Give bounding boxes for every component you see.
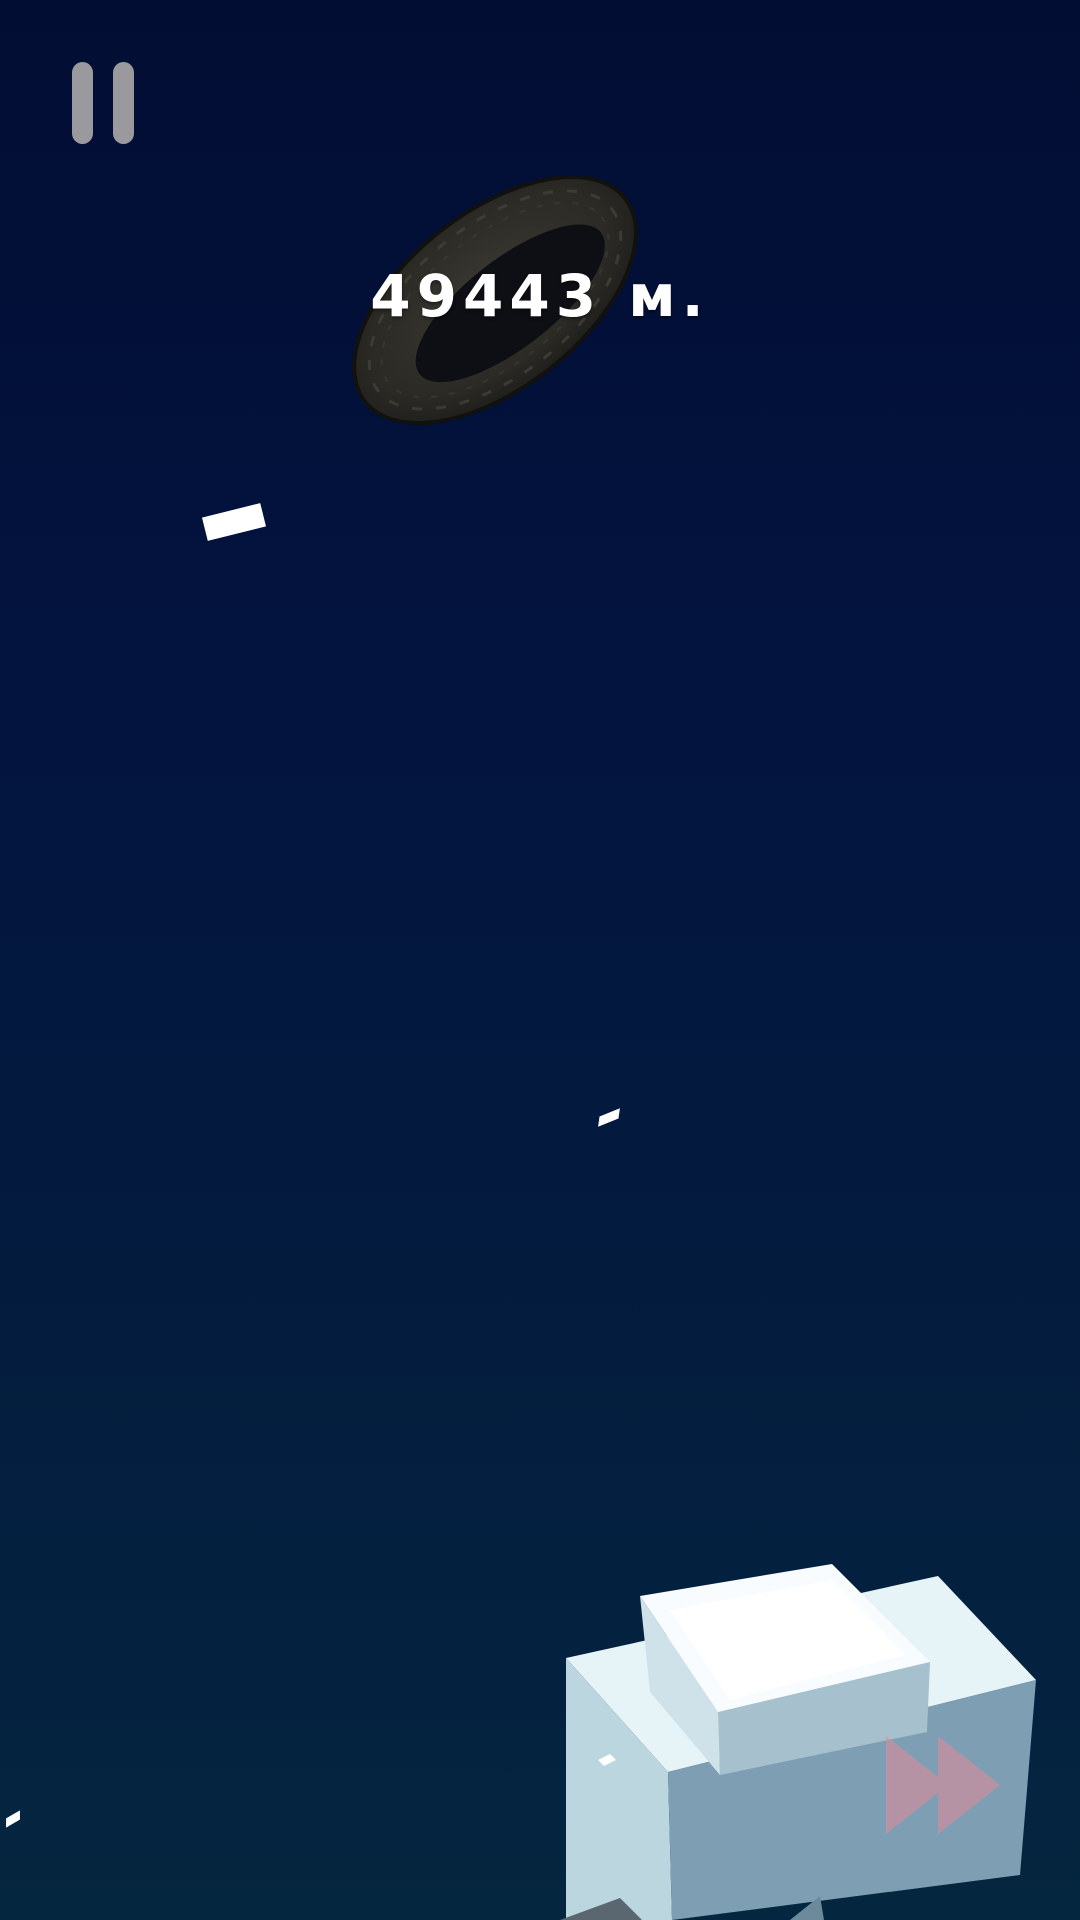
pause-button[interactable]	[70, 62, 136, 144]
game-screen[interactable]: { "hud": { "distance_label": "49443 м." …	[0, 0, 1080, 1920]
pause-icon	[72, 62, 93, 144]
debris-piece	[6, 1810, 20, 1828]
debris-piece	[201, 503, 267, 541]
debris-piece	[598, 1108, 620, 1127]
fast-forward-button[interactable]	[878, 1730, 1018, 1840]
distance-counter: 49443 м.	[370, 262, 710, 330]
fast-forward-icon	[886, 1736, 1000, 1834]
pause-icon-bar	[113, 62, 134, 144]
